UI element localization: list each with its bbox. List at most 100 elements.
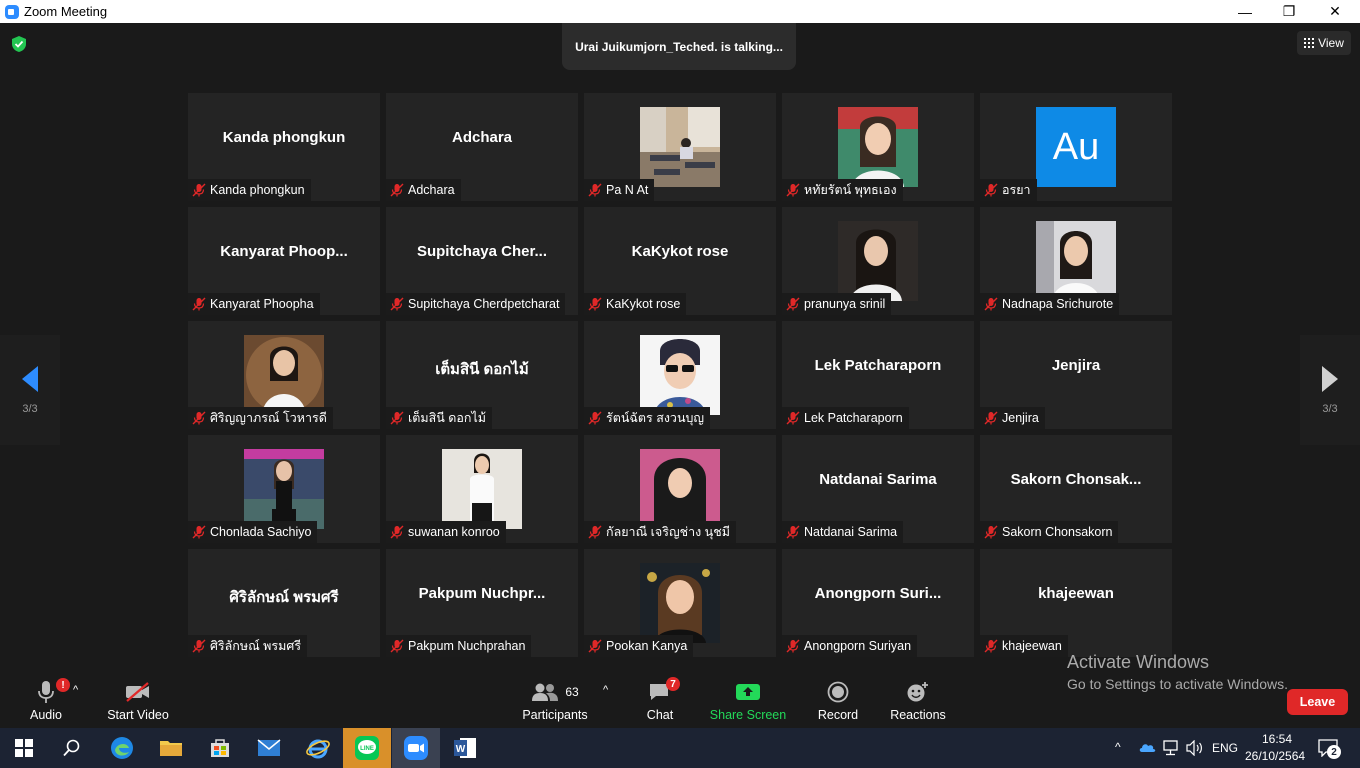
participant-display-name: Lek Patcharaporn <box>814 357 942 374</box>
participant-tile[interactable]: Au อรยา <box>980 93 1172 201</box>
participant-name: ศิริลักษณ์ พรมศรี <box>210 639 302 653</box>
language-indicator[interactable]: ENG <box>1212 741 1238 755</box>
taskbar-line[interactable]: LINE <box>343 728 391 768</box>
mic-muted-icon <box>786 525 800 539</box>
participant-video <box>1036 221 1116 301</box>
participant-tile[interactable]: suwanan konroo <box>386 435 578 543</box>
participants-button[interactable]: 63 Participants <box>522 678 588 722</box>
audio-button[interactable]: ! Audio <box>26 678 70 722</box>
participant-tile[interactable]: Anongporn Suri... Anongporn Suriyan <box>782 549 974 657</box>
grid-icon <box>1304 38 1315 48</box>
network-icon[interactable] <box>1163 740 1181 756</box>
participant-tile[interactable]: รัตน์ฉัตร สงวนบุญ <box>584 321 776 429</box>
participant-tile[interactable]: Adchara Adchara <box>386 93 578 201</box>
participant-tile[interactable]: Pakpum Nuchpr... Pakpum Nuchprahan <box>386 549 578 657</box>
participant-display-name: Supitchaya Cher... <box>416 243 548 260</box>
participant-tile[interactable]: KaKykot rose KaKykot rose <box>584 207 776 315</box>
participant-tile[interactable]: เต็มสินี ดอกไม้ เต็มสินี ดอกไม้ <box>386 321 578 429</box>
participant-display-name: Anongporn Suri... <box>814 585 942 602</box>
mic-muted-icon <box>390 525 404 539</box>
share-screen-button[interactable]: Share Screen <box>710 678 786 722</box>
participant-tile[interactable]: khajeewan khajeewan <box>980 549 1172 657</box>
participant-tile[interactable]: Nadnapa Srichurote <box>980 207 1172 315</box>
mic-muted-icon <box>588 639 602 653</box>
volume-icon[interactable] <box>1186 740 1204 756</box>
mic-muted-icon <box>390 639 404 653</box>
folder-icon <box>160 741 182 756</box>
close-button[interactable]: ✕ <box>1312 0 1358 23</box>
participant-name-bar: suwanan konroo <box>386 521 506 543</box>
participant-name: Nadnapa Srichurote <box>1002 297 1114 311</box>
participant-avatar: Au <box>1036 107 1116 187</box>
mic-muted-icon <box>390 183 404 197</box>
participant-name-bar: Kanyarat Phoopha <box>188 293 320 315</box>
start-button[interactable] <box>0 728 48 768</box>
participant-tile[interactable]: Chonlada Sachiyo <box>188 435 380 543</box>
participant-tile[interactable]: ศิริลักษณ์ พรมศรี ศิริลักษณ์ พรมศรี <box>188 549 380 657</box>
chat-button[interactable]: 7 Chat <box>640 677 680 722</box>
shield-icon[interactable] <box>10 35 28 53</box>
mic-muted-icon <box>192 411 206 425</box>
participant-tile[interactable]: Kanda phongkun Kanda phongkun <box>188 93 380 201</box>
participant-name-bar: Nadnapa Srichurote <box>980 293 1120 315</box>
participant-name-bar: อรยา <box>980 179 1037 201</box>
participant-tile[interactable]: pranunya srinil <box>782 207 974 315</box>
taskbar-edge[interactable] <box>98 728 146 768</box>
participant-name-bar: ศิริญญาภรณ์ โวหารดี <box>188 407 333 429</box>
leave-button[interactable]: Leave <box>1287 689 1348 715</box>
activate-line1: Activate Windows <box>1067 652 1210 672</box>
maximize-button[interactable]: ❐ <box>1266 0 1312 23</box>
taskbar-mail[interactable] <box>245 728 293 768</box>
participant-name: khajeewan <box>1002 639 1062 653</box>
participant-tile[interactable]: Pa N At <box>584 93 776 201</box>
taskbar-word[interactable]: W <box>441 728 489 768</box>
mic-muted-icon <box>786 411 800 425</box>
mic-muted-icon <box>192 639 206 653</box>
mic-muted-icon <box>588 183 602 197</box>
audio-options-caret[interactable]: ^ <box>73 684 78 696</box>
participant-name-bar: กัลยาณี เจริญช่าง นุชมี <box>584 521 736 543</box>
show-hidden-icons-caret[interactable]: ^ <box>1115 740 1121 754</box>
participant-name-bar: เต็มสินี ดอกไม้ <box>386 407 492 429</box>
chat-label: Chat <box>646 708 674 722</box>
mic-muted-icon <box>192 183 206 197</box>
next-page-button[interactable]: 3/3 <box>1300 335 1360 445</box>
participant-tile[interactable]: หทัยรัตน์ พุทธเอง <box>782 93 974 201</box>
reactions-label: Reactions <box>890 708 946 722</box>
view-button[interactable]: View <box>1297 31 1351 55</box>
clock-date[interactable]: 26/10/2564 <box>1245 749 1305 763</box>
taskbar-zoom[interactable] <box>392 728 440 768</box>
taskbar-store[interactable] <box>196 728 244 768</box>
participant-name-bar: Sakorn Chonsakorn <box>980 521 1119 543</box>
participant-display-name: KaKykot rose <box>631 243 729 260</box>
participant-tile[interactable]: Natdanai Sarima Natdanai Sarima <box>782 435 974 543</box>
start-video-button[interactable]: Start Video <box>106 678 170 722</box>
reactions-button[interactable]: Reactions <box>889 678 947 722</box>
taskbar-file-explorer[interactable] <box>147 728 195 768</box>
windows-taskbar: LINE W ^ ENG 16:54 26/10/2564 2 <box>0 728 1360 768</box>
search-button[interactable] <box>48 728 96 768</box>
participant-tile[interactable]: Kanyarat Phoop... Kanyarat Phoopha <box>188 207 380 315</box>
participant-tile[interactable]: กัลยาณี เจริญช่าง นุชมี <box>584 435 776 543</box>
internet-explorer-icon <box>306 739 330 759</box>
clock-time[interactable]: 16:54 <box>1262 732 1292 746</box>
minimize-button[interactable]: — <box>1222 0 1268 23</box>
participant-tile[interactable]: Lek Patcharaporn Lek Patcharaporn <box>782 321 974 429</box>
participant-name-bar: Natdanai Sarima <box>782 521 904 543</box>
line-app-icon: LINE <box>355 736 379 760</box>
onedrive-icon[interactable] <box>1138 741 1156 753</box>
notification-center-button[interactable]: 2 <box>1318 739 1342 759</box>
record-button[interactable]: Record <box>816 678 860 722</box>
participants-options-caret[interactable]: ^ <box>603 684 608 696</box>
participant-tile[interactable]: Sakorn Chonsak... Sakorn Chonsakorn <box>980 435 1172 543</box>
reactions-icon <box>907 682 928 702</box>
participant-tile[interactable]: ศิริญญาภรณ์ โวหารดี <box>188 321 380 429</box>
taskbar-internet-explorer[interactable] <box>294 728 342 768</box>
participant-tile[interactable]: Pookan Kanya <box>584 549 776 657</box>
participant-tile[interactable]: Supitchaya Cher... Supitchaya Cherdpetcha… <box>386 207 578 315</box>
participant-tile[interactable]: Jenjira Jenjira <box>980 321 1172 429</box>
windows-logo-icon <box>15 739 33 757</box>
prev-page-button[interactable]: 3/3 <box>0 335 60 445</box>
store-icon <box>211 739 229 757</box>
share-screen-icon <box>736 684 760 700</box>
